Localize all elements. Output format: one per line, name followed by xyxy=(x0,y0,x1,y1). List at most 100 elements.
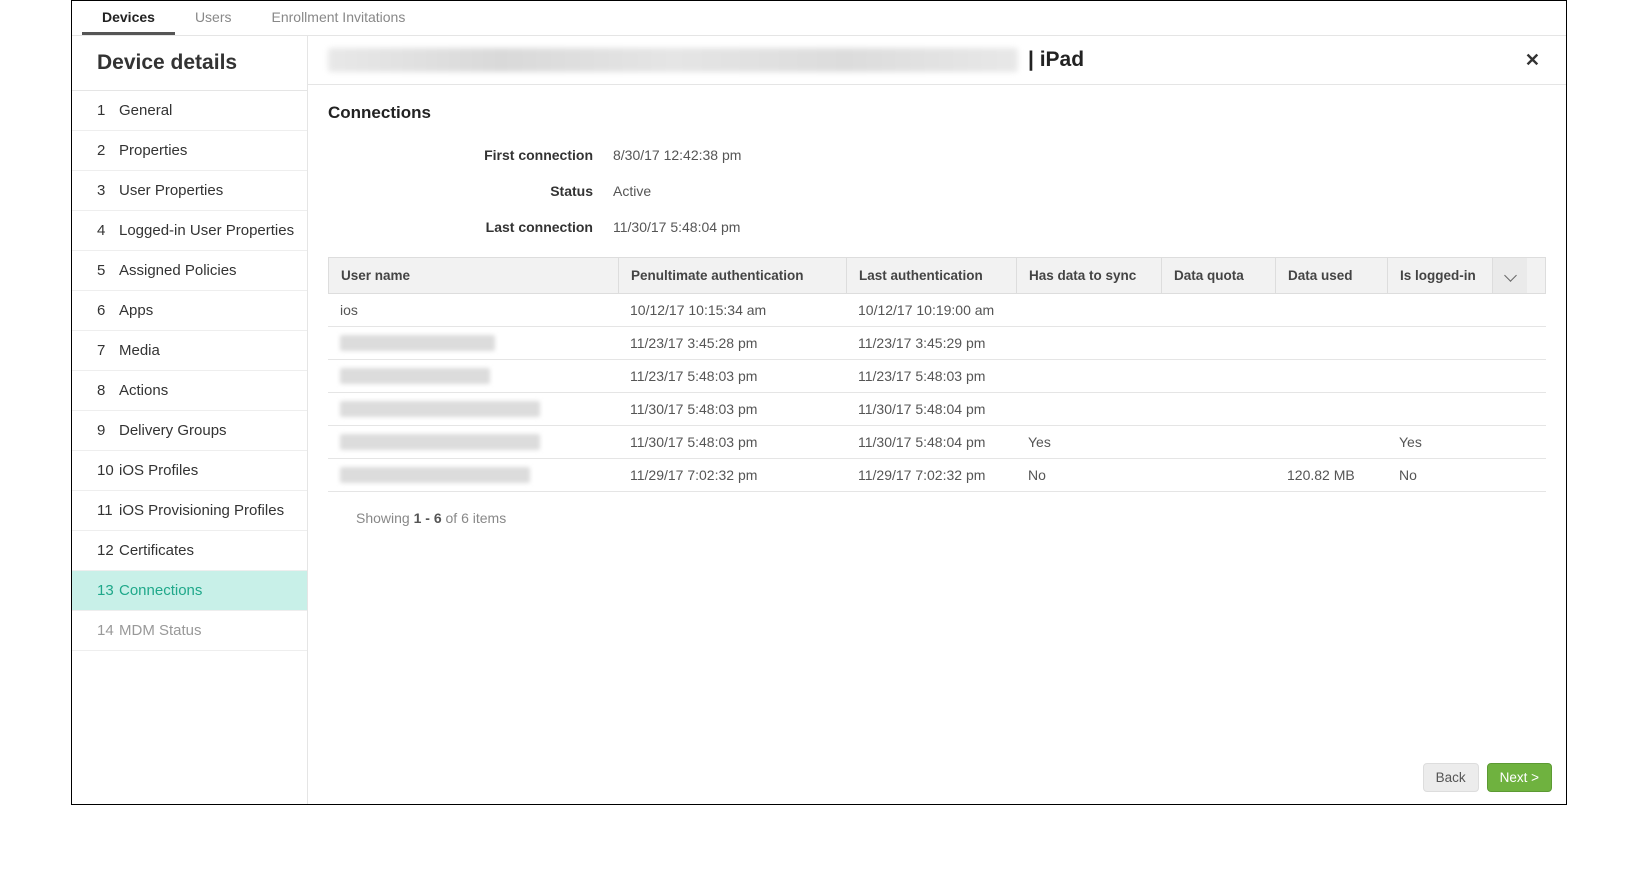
cell xyxy=(1387,368,1492,384)
col-last-auth[interactable]: Last authentication xyxy=(847,258,1017,293)
main-panel: | iPad ✕ Connections First connection8/3… xyxy=(308,36,1566,804)
sidebar-item-number: 3 xyxy=(97,182,119,199)
sidebar-item-number: 10 xyxy=(97,462,119,479)
table-row[interactable]: 11/29/17 7:02:32 pm11/29/17 7:02:32 pmNo… xyxy=(328,459,1546,492)
cell xyxy=(328,393,618,425)
back-button[interactable]: Back xyxy=(1423,763,1479,792)
sidebar-item-label: Properties xyxy=(119,142,187,159)
sidebar-item-label: General xyxy=(119,102,172,119)
sidebar: Device details 1General2Properties3User … xyxy=(72,36,308,804)
top-tabs: Devices Users Enrollment Invitations xyxy=(72,1,1566,36)
device-name-redacted xyxy=(328,48,1018,72)
sidebar-item-number: 11 xyxy=(97,502,119,519)
cell: 11/30/17 5:48:03 pm xyxy=(618,393,846,425)
sidebar-item-number: 2 xyxy=(97,142,119,159)
cell xyxy=(1492,467,1526,483)
sidebar-item-label: User Properties xyxy=(119,182,223,199)
next-button[interactable]: Next > xyxy=(1487,763,1552,792)
sidebar-item-assigned-policies[interactable]: 5Assigned Policies xyxy=(72,251,307,291)
cell: 10/12/17 10:19:00 am xyxy=(846,294,1016,326)
sidebar-item-label: Logged-in User Properties xyxy=(119,222,294,239)
sidebar-item-number: 9 xyxy=(97,422,119,439)
sidebar-item-properties[interactable]: 2Properties xyxy=(72,131,307,171)
cell: 11/23/17 3:45:28 pm xyxy=(618,327,846,359)
column-expand-toggle[interactable] xyxy=(1493,258,1527,293)
cell: No xyxy=(1387,459,1492,491)
sidebar-item-logged-in-user-properties[interactable]: 4Logged-in User Properties xyxy=(72,211,307,251)
cell xyxy=(1492,401,1526,417)
cell xyxy=(1492,434,1526,450)
cell xyxy=(1387,302,1492,318)
table-row[interactable]: ios10/12/17 10:15:34 am10/12/17 10:19:00… xyxy=(328,294,1546,327)
close-icon[interactable]: ✕ xyxy=(1519,50,1546,71)
col-data-used[interactable]: Data used xyxy=(1276,258,1388,293)
table-row[interactable]: 11/30/17 5:48:03 pm11/30/17 5:48:04 pmYe… xyxy=(328,426,1546,459)
tab-devices[interactable]: Devices xyxy=(82,1,175,35)
sidebar-item-media[interactable]: 7Media xyxy=(72,331,307,371)
cell: 11/30/17 5:48:04 pm xyxy=(846,393,1016,425)
sidebar-item-label: MDM Status xyxy=(119,622,202,639)
detail-row: First connection8/30/17 12:42:38 pm xyxy=(328,137,1546,173)
cell: 11/23/17 3:45:29 pm xyxy=(846,327,1016,359)
cell xyxy=(1492,302,1526,318)
cell: 11/23/17 5:48:03 pm xyxy=(618,360,846,392)
cell xyxy=(1275,401,1387,417)
sidebar-item-delivery-groups[interactable]: 9Delivery Groups xyxy=(72,411,307,451)
cell: 11/23/17 5:48:03 pm xyxy=(846,360,1016,392)
detail-row: StatusActive xyxy=(328,173,1546,209)
cell: 10/12/17 10:15:34 am xyxy=(618,294,846,326)
sidebar-item-mdm-status[interactable]: 14MDM Status xyxy=(72,611,307,651)
table-row[interactable]: 11/23/17 3:45:28 pm11/23/17 3:45:29 pm xyxy=(328,327,1546,360)
cell: 11/30/17 5:48:03 pm xyxy=(618,426,846,458)
cell xyxy=(1275,368,1387,384)
table-header: User name Penultimate authentication Las… xyxy=(328,257,1546,294)
cell xyxy=(1387,335,1492,351)
tab-users[interactable]: Users xyxy=(175,1,252,35)
cell xyxy=(1492,368,1526,384)
sidebar-item-connections[interactable]: 13Connections xyxy=(72,571,307,611)
cell xyxy=(1161,467,1275,483)
detail-label: First connection xyxy=(328,147,613,163)
sidebar-item-certificates[interactable]: 12Certificates xyxy=(72,531,307,571)
cell xyxy=(1161,335,1275,351)
cell xyxy=(328,426,618,458)
cell xyxy=(1016,401,1161,417)
col-penultimate[interactable]: Penultimate authentication xyxy=(619,258,847,293)
device-type-label: | iPad xyxy=(1028,48,1084,72)
cell xyxy=(1492,335,1526,351)
table-row[interactable]: 11/30/17 5:48:03 pm11/30/17 5:48:04 pm xyxy=(328,393,1546,426)
sidebar-item-ios-provisioning-profiles[interactable]: 11iOS Provisioning Profiles xyxy=(72,491,307,531)
sidebar-item-number: 4 xyxy=(97,222,119,239)
col-data-quota[interactable]: Data quota xyxy=(1162,258,1276,293)
cell: No xyxy=(1016,459,1161,491)
col-logged-in[interactable]: Is logged-in xyxy=(1388,258,1493,293)
sidebar-item-number: 14 xyxy=(97,622,119,639)
cell: ios xyxy=(328,294,618,326)
section-title: Connections xyxy=(328,103,1546,123)
detail-label: Status xyxy=(328,183,613,199)
username-redacted xyxy=(340,401,540,417)
col-user-name[interactable]: User name xyxy=(329,258,619,293)
username-redacted xyxy=(340,335,495,351)
sidebar-item-number: 8 xyxy=(97,382,119,399)
cell: Yes xyxy=(1016,426,1161,458)
table-row[interactable]: 11/23/17 5:48:03 pm11/23/17 5:48:03 pm xyxy=(328,360,1546,393)
sidebar-item-number: 7 xyxy=(97,342,119,359)
sidebar-item-general[interactable]: 1General xyxy=(72,91,307,131)
sidebar-item-label: iOS Profiles xyxy=(119,462,198,479)
sidebar-item-actions[interactable]: 8Actions xyxy=(72,371,307,411)
chevron-down-icon xyxy=(1506,268,1515,283)
detail-label: Last connection xyxy=(328,219,613,235)
cell xyxy=(1275,335,1387,351)
col-has-sync[interactable]: Has data to sync xyxy=(1017,258,1162,293)
sidebar-item-number: 6 xyxy=(97,302,119,319)
cell xyxy=(1016,368,1161,384)
sidebar-item-apps[interactable]: 6Apps xyxy=(72,291,307,331)
page-header: | iPad ✕ xyxy=(308,36,1566,85)
sidebar-item-ios-profiles[interactable]: 10iOS Profiles xyxy=(72,451,307,491)
cell: 11/29/17 7:02:32 pm xyxy=(618,459,846,491)
cell: 11/29/17 7:02:32 pm xyxy=(846,459,1016,491)
tab-enrollment-invitations[interactable]: Enrollment Invitations xyxy=(252,1,426,35)
detail-value: 11/30/17 5:48:04 pm xyxy=(613,219,740,235)
sidebar-item-user-properties[interactable]: 3User Properties xyxy=(72,171,307,211)
